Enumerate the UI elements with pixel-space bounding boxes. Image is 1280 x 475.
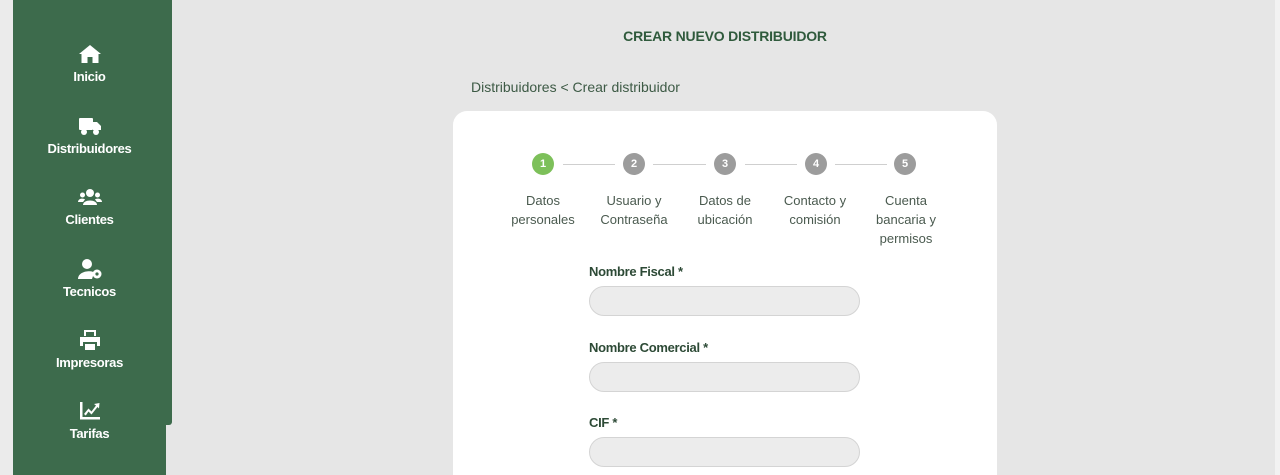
step-connector (653, 164, 706, 165)
step-2-label: Usuario y Contraseña (589, 191, 679, 229)
right-edge (1275, 0, 1280, 475)
chart-line-icon (78, 400, 102, 422)
step-label-line: Contraseña (600, 212, 668, 227)
truck-icon (78, 115, 102, 137)
breadcrumb[interactable]: Distribuidores < Crear distribuidor (471, 79, 680, 95)
page-title: CREAR NUEVO DISTRIBUIDOR (623, 28, 827, 44)
cif-input[interactable] (589, 437, 860, 467)
step-label-line: Datos (526, 193, 560, 208)
nombre-fiscal-label: Nombre Fiscal * (589, 264, 683, 279)
step-connector (835, 164, 887, 165)
home-icon (78, 43, 102, 65)
sidebar-item-impresoras[interactable]: Impresoras (13, 329, 166, 389)
nombre-comercial-input[interactable] (589, 362, 860, 392)
step-label-line: personales (511, 212, 575, 227)
sidebar-item-distribuidores[interactable]: Distribuidores (13, 115, 166, 175)
sidebar-item-label: Impresoras (55, 355, 124, 370)
step-label-line: permisos (879, 231, 933, 246)
sidebar: Inicio Distribuidores Clientes Tecnicos … (13, 0, 166, 475)
step-3-label: Datos de ubicación (680, 191, 770, 229)
step-2-dot[interactable]: 2 (623, 153, 645, 175)
sidebar-item-label: Tecnicos (63, 284, 116, 299)
step-connector (563, 164, 615, 165)
step-connector (745, 164, 797, 165)
sidebar-item-label: Clientes (65, 212, 114, 227)
step-label-line: ubicación (697, 212, 753, 227)
step-label-line: Usuario y (606, 193, 662, 208)
sidebar-item-label: Inicio (73, 69, 106, 84)
step-3-dot[interactable]: 3 (714, 153, 736, 175)
step-1-dot[interactable]: 1 (532, 153, 554, 175)
sidebar-item-label: Tarifas (69, 426, 110, 441)
step-4-dot[interactable]: 4 (805, 153, 827, 175)
step-label-line: bancaria y (876, 212, 936, 227)
step-label-line: Datos de (698, 193, 752, 208)
step-label-line: Cuenta (885, 193, 927, 208)
printer-icon (78, 329, 102, 351)
nombre-fiscal-input[interactable] (589, 286, 860, 316)
sidebar-scrollbar[interactable] (166, 0, 172, 425)
cif-label: CIF * (589, 415, 618, 430)
sidebar-item-clientes[interactable]: Clientes (13, 186, 166, 246)
step-5-dot[interactable]: 5 (894, 153, 916, 175)
step-label-line: Contacto y (783, 193, 847, 208)
sidebar-item-label: Distribuidores (47, 141, 132, 156)
sidebar-item-tarifas[interactable]: Tarifas (13, 400, 166, 460)
users-icon (77, 186, 102, 208)
nombre-comercial-label: Nombre Comercial * (589, 340, 708, 355)
step-5-label: Cuenta bancaria y permisos (861, 191, 951, 248)
step-4-label: Contacto y comisión (770, 191, 860, 229)
step-1-label: Datos personales (498, 191, 588, 229)
step-label-line: comisión (789, 212, 841, 227)
sidebar-item-inicio[interactable]: Inicio (13, 43, 166, 103)
user-gear-icon (77, 258, 102, 280)
sidebar-item-tecnicos[interactable]: Tecnicos (13, 258, 166, 318)
left-edge (0, 0, 13, 475)
